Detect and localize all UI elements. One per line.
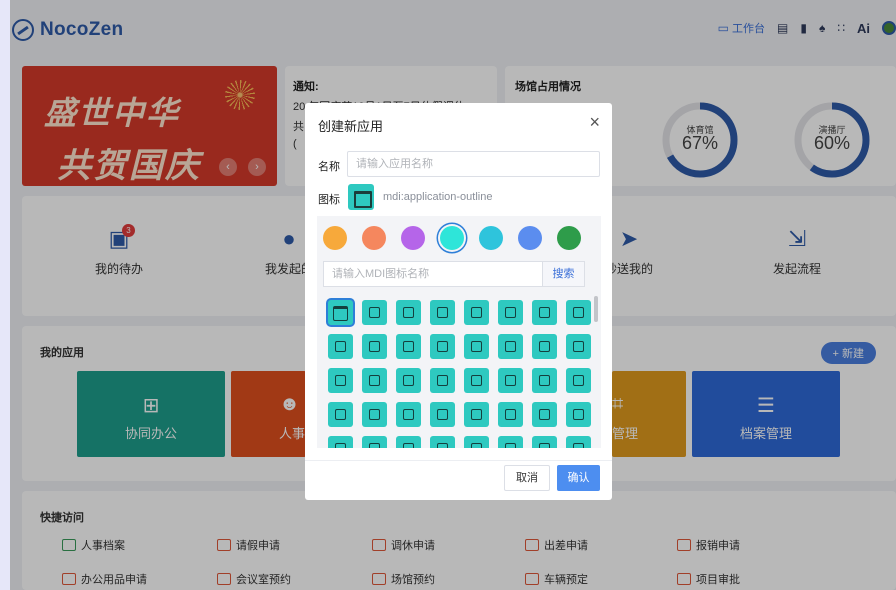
mdi-option-icon[interactable] (328, 402, 353, 427)
mdi-option-icon[interactable] (498, 436, 523, 448)
mdi-option-icon[interactable] (532, 300, 557, 325)
color-swatch[interactable] (479, 226, 503, 250)
icon-grid-scrollbar[interactable] (594, 296, 598, 322)
color-swatch[interactable] (440, 226, 464, 250)
icon-picker: 搜索 (317, 216, 601, 448)
mdi-option-icon[interactable] (566, 368, 591, 393)
mdi-option-icon[interactable] (362, 300, 387, 325)
name-label: 名称 (318, 161, 340, 173)
mdi-option-icon[interactable] (532, 334, 557, 359)
mdi-option-icon[interactable] (362, 402, 387, 427)
mdi-option-icon[interactable] (464, 334, 489, 359)
mdi-option-icon[interactable] (566, 300, 591, 325)
dialog-title: 创建新应用 (318, 119, 384, 134)
color-swatch[interactable] (362, 226, 386, 250)
color-swatch[interactable] (557, 226, 581, 250)
icon-search: 搜索 (323, 261, 585, 287)
mdi-option-icon[interactable] (362, 368, 387, 393)
create-app-dialog: 创建新应用 × 名称 图标 mdi:application-outline 搜索… (305, 103, 612, 500)
confirm-button[interactable]: 确认 (557, 465, 600, 491)
mdi-option-icon[interactable] (328, 436, 353, 448)
mdi-option-icon[interactable] (532, 436, 557, 448)
mdi-option-icon[interactable] (396, 436, 421, 448)
mdi-option-icon[interactable] (328, 368, 353, 393)
application-outline-icon[interactable] (348, 184, 374, 210)
icon-name-value: mdi:application-outline (383, 191, 493, 203)
mdi-option-icon[interactable] (362, 334, 387, 359)
mdi-option-icon[interactable] (566, 436, 591, 448)
mdi-option-icon[interactable] (464, 436, 489, 448)
mdi-option-icon[interactable] (532, 368, 557, 393)
icon-label: 图标 (318, 194, 340, 206)
mdi-option-icon[interactable] (430, 436, 455, 448)
mdi-option-icon[interactable] (396, 402, 421, 427)
mdi-option-icon[interactable] (532, 402, 557, 427)
mdi-option-icon[interactable] (430, 402, 455, 427)
cancel-button[interactable]: 取消 (504, 465, 550, 491)
mdi-option-icon[interactable] (464, 402, 489, 427)
color-swatch[interactable] (518, 226, 542, 250)
mdi-option-icon[interactable] (566, 402, 591, 427)
search-button[interactable]: 搜索 (542, 261, 585, 287)
mdi-option-icon[interactable] (566, 334, 591, 359)
color-swatch[interactable] (323, 226, 347, 250)
mdi-option-icon[interactable] (328, 300, 353, 325)
mdi-option-icon[interactable] (430, 334, 455, 359)
mdi-option-icon[interactable] (498, 402, 523, 427)
color-swatch[interactable] (401, 226, 425, 250)
mdi-option-icon[interactable] (498, 334, 523, 359)
app-name-input[interactable] (347, 151, 600, 177)
mdi-option-icon[interactable] (396, 300, 421, 325)
mdi-option-icon[interactable] (362, 436, 387, 448)
mdi-option-icon[interactable] (498, 368, 523, 393)
mdi-option-icon[interactable] (396, 334, 421, 359)
mdi-option-icon[interactable] (328, 334, 353, 359)
mdi-option-icon[interactable] (430, 300, 455, 325)
mdi-option-icon[interactable] (498, 300, 523, 325)
mdi-search-input[interactable] (323, 261, 543, 287)
mdi-option-icon[interactable] (464, 300, 489, 325)
mdi-option-icon[interactable] (464, 368, 489, 393)
mdi-option-icon[interactable] (396, 368, 421, 393)
mdi-option-icon[interactable] (430, 368, 455, 393)
close-icon[interactable]: × (589, 112, 600, 133)
